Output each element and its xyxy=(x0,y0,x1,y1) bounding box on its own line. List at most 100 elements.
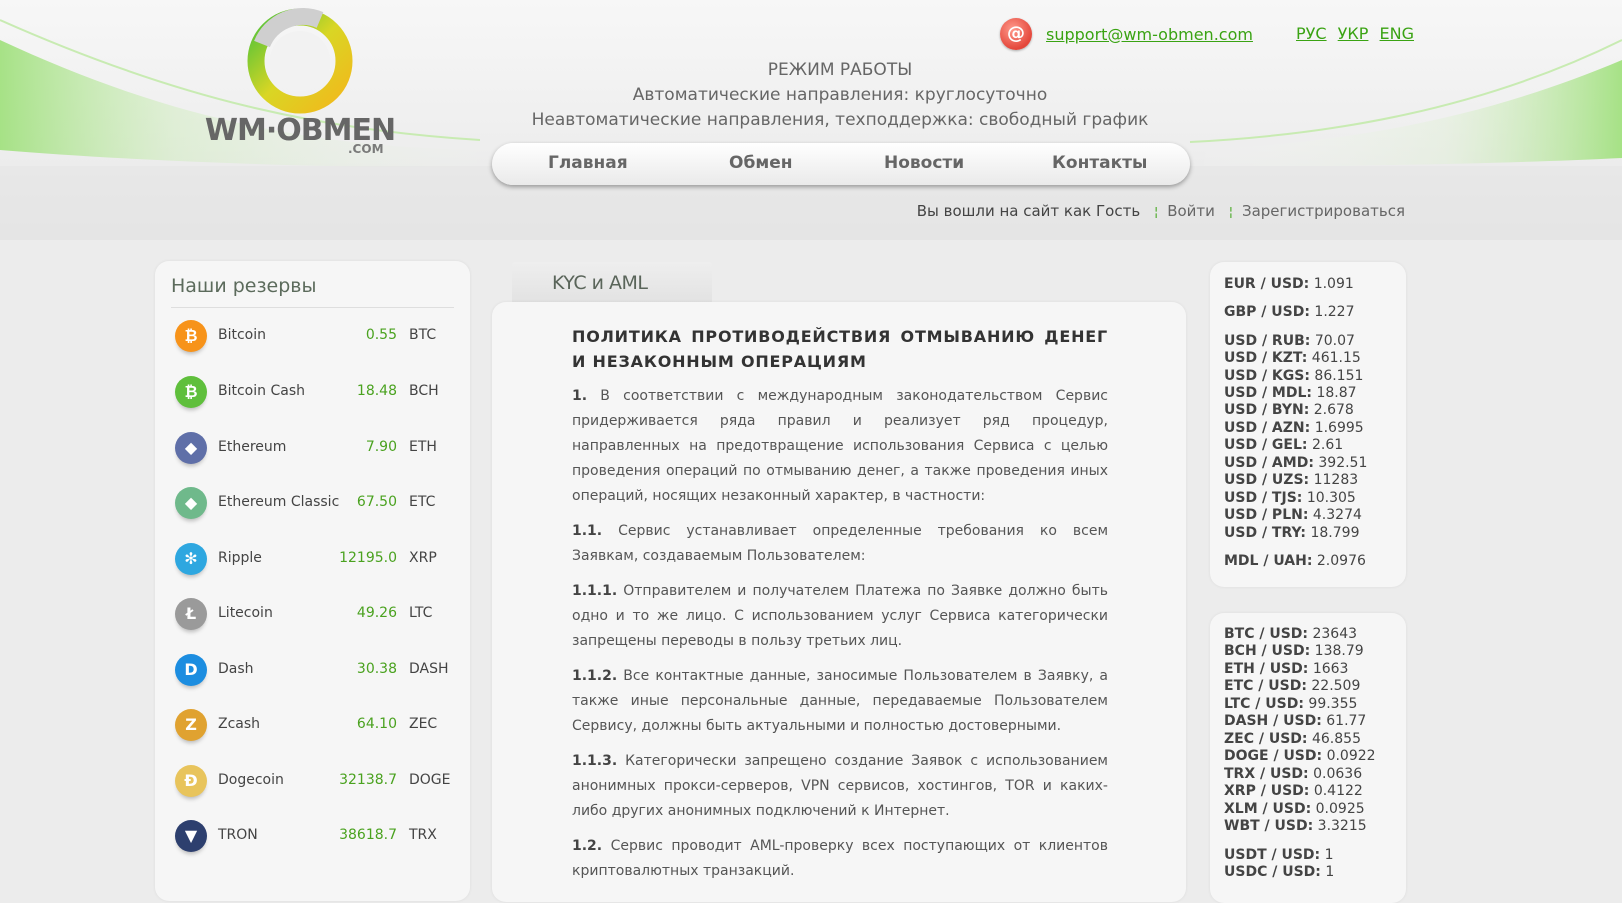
rate-pair: ETH / USD: xyxy=(1224,661,1309,677)
rate-row: USD / BYN: 2.678 xyxy=(1224,402,1354,418)
reserve-row: D Dash 30.38 DASH xyxy=(175,650,455,690)
reserves-title: Наши резервы xyxy=(171,275,454,308)
rate-pair: USD / TJS: xyxy=(1224,490,1303,506)
reserve-row: ▼ TRON 38618.7 TRX xyxy=(175,816,455,856)
reserve-code: ZEC xyxy=(409,716,438,732)
paragraph-number: 1.2. xyxy=(572,838,603,854)
rate-pair: BTC / USD: xyxy=(1224,626,1309,642)
work-hours-line-1: Автоматические направления: круглосуточн… xyxy=(632,85,1048,105)
login-link[interactable]: Войти xyxy=(1167,202,1215,220)
lang-ua-link[interactable]: УКР xyxy=(1338,24,1369,43)
rate-pair: ETC / USD: xyxy=(1224,678,1307,694)
rate-row: BCH / USD: 138.79 xyxy=(1224,643,1364,659)
rate-pair: USD / KGS: xyxy=(1224,368,1310,384)
rate-value: 461.15 xyxy=(1311,350,1361,366)
nav-exchange[interactable]: Обмен xyxy=(729,153,793,173)
rate-pair: BCH / USD: xyxy=(1224,643,1311,659)
rate-pair: USD / MDL: xyxy=(1224,385,1313,401)
dash-icon: D xyxy=(175,654,207,686)
logo-subtext: .COM xyxy=(348,142,384,156)
reserve-row: ✻ Ripple 12195.0 XRP xyxy=(175,539,455,579)
rate-value: 3.3215 xyxy=(1317,818,1367,834)
rate-value: 18.799 xyxy=(1310,525,1360,541)
paragraph-text: Сервис проводит AML-проверку всех поступ… xyxy=(572,838,1109,879)
rate-row: USDC / USD: 1 xyxy=(1224,864,1334,880)
paragraph-text: Отправителем и получателем Платежа по За… xyxy=(572,583,1108,649)
reserve-code: BCH xyxy=(409,383,439,399)
rate-row: XLM / USD: 0.0925 xyxy=(1224,801,1365,817)
rate-row: BTC / USD: 23643 xyxy=(1224,626,1357,642)
reserve-row: ◆ Ethereum Classic 67.50 ETC xyxy=(175,483,455,523)
rate-value: 0.4122 xyxy=(1313,783,1363,799)
register-link[interactable]: Зарегистрироваться xyxy=(1242,202,1405,220)
nav-news[interactable]: Новости xyxy=(884,153,964,173)
article-paragraph: 1.1.1. Отправителем и получателем Платеж… xyxy=(572,579,1108,654)
paragraph-text: Сервис устанавливает определенные требов… xyxy=(572,523,1109,564)
rate-pair: EUR / USD: xyxy=(1224,276,1310,292)
rate-value: 10.305 xyxy=(1306,490,1356,506)
rate-value: 392.51 xyxy=(1318,455,1368,471)
reserve-name: TRON xyxy=(218,827,258,843)
paragraph-text: Категорически запрещено создание Заявок … xyxy=(572,753,1108,819)
rate-row: MDL / UAH: 2.0976 xyxy=(1224,553,1366,569)
bitcoin-cash-icon: ₿ xyxy=(175,376,207,408)
rate-pair: USDC / USD: xyxy=(1224,864,1321,880)
logo-ring-icon xyxy=(247,8,353,114)
rate-value: 70.07 xyxy=(1314,333,1355,349)
reserve-name: Bitcoin xyxy=(218,327,267,343)
article-paragraph: 1.1.2. Все контактные данные, заносимые … xyxy=(572,664,1108,739)
rate-value: 11283 xyxy=(1313,472,1359,488)
rate-value: 22.509 xyxy=(1311,678,1361,694)
reserve-amount: 18.48 xyxy=(356,383,397,399)
rate-value: 2.678 xyxy=(1313,402,1354,418)
reserve-row: Z Zcash 64.10 ZEC xyxy=(175,705,455,745)
rate-pair: XRP / USD: xyxy=(1224,783,1310,799)
reserve-code: ETC xyxy=(409,494,436,510)
rate-pair: XLM / USD: xyxy=(1224,801,1312,817)
rate-pair: MDL / UAH: xyxy=(1224,553,1313,569)
bitcoin-icon: ₿ xyxy=(175,320,207,352)
article-title: ПОЛИТИКА ПРОТИВОДЕЙСТВИЯ ОТМЫВАНИЮ ДЕНЕГ… xyxy=(572,327,1108,371)
work-hours-title: РЕЖИМ РАБОТЫ xyxy=(767,60,913,80)
paragraph-number: 1.1. xyxy=(572,523,603,539)
rate-value: 0.0925 xyxy=(1315,801,1365,817)
work-hours: РЕЖИМ РАБОТЫ Автоматические направления:… xyxy=(520,58,1160,133)
reserve-code: DASH xyxy=(409,661,449,677)
reserve-amount: 7.90 xyxy=(365,439,397,455)
rate-pair: USD / RUB: xyxy=(1224,333,1311,349)
reserve-code: DOGE xyxy=(409,772,451,788)
zcash-icon: Z xyxy=(175,709,207,741)
rate-value: 1.227 xyxy=(1314,304,1355,320)
rate-value: 61.77 xyxy=(1326,713,1367,729)
ethereum-icon: ◆ xyxy=(175,432,207,464)
support-email-link[interactable]: support@wm-obmen.com xyxy=(1046,25,1253,44)
rate-row: USD / RUB: 70.07 xyxy=(1224,333,1355,349)
rate-row: ETC / USD: 22.509 xyxy=(1224,678,1360,694)
nav-home[interactable]: Главная xyxy=(548,153,628,173)
crypto-rates-panel: BTC / USD: 23643 BCH / USD: 138.79 ETH / U… xyxy=(1210,613,1406,903)
rate-row: USD / KZT: 461.15 xyxy=(1224,350,1361,366)
lang-en-link[interactable]: ENG xyxy=(1380,24,1414,43)
rate-row: USD / GEL: 2.61 xyxy=(1224,437,1343,453)
contact-block: @ support@wm-obmen.com xyxy=(1000,18,1253,50)
site-logo[interactable]: WM·OBMEN .COM xyxy=(200,4,400,156)
rate-pair: ZEC / USD: xyxy=(1224,731,1308,747)
rate-pair: WBT / USD: xyxy=(1224,818,1314,834)
paragraph-number: 1.1.2. xyxy=(572,668,618,684)
page-tab: KYC и AML xyxy=(512,262,712,304)
reserve-code: XRP xyxy=(409,550,437,566)
reserve-name: Ethereum xyxy=(218,439,287,455)
lang-ru-link[interactable]: РУС xyxy=(1296,24,1327,43)
reserve-name: Ripple xyxy=(218,550,262,566)
guest-status: Вы вошли на сайт как Гость xyxy=(916,202,1141,220)
nav-contacts[interactable]: Контакты xyxy=(1052,153,1147,173)
rate-pair: USD / TRY: xyxy=(1224,525,1307,541)
rate-row: USD / MDL: 18.87 xyxy=(1224,385,1357,401)
paragraph-number: 1.1.3. xyxy=(572,753,618,769)
article: ПОЛИТИКА ПРОТИВОДЕЙСТВИЯ ОТМЫВАНИЮ ДЕНЕГ… xyxy=(572,324,1108,894)
rate-pair: LTC / USD: xyxy=(1224,696,1304,712)
rate-value: 0.0636 xyxy=(1313,766,1363,782)
reserve-code: ETH xyxy=(409,439,437,455)
rate-pair: USD / KZT: xyxy=(1224,350,1308,366)
rate-row: ZEC / USD: 46.855 xyxy=(1224,731,1361,747)
